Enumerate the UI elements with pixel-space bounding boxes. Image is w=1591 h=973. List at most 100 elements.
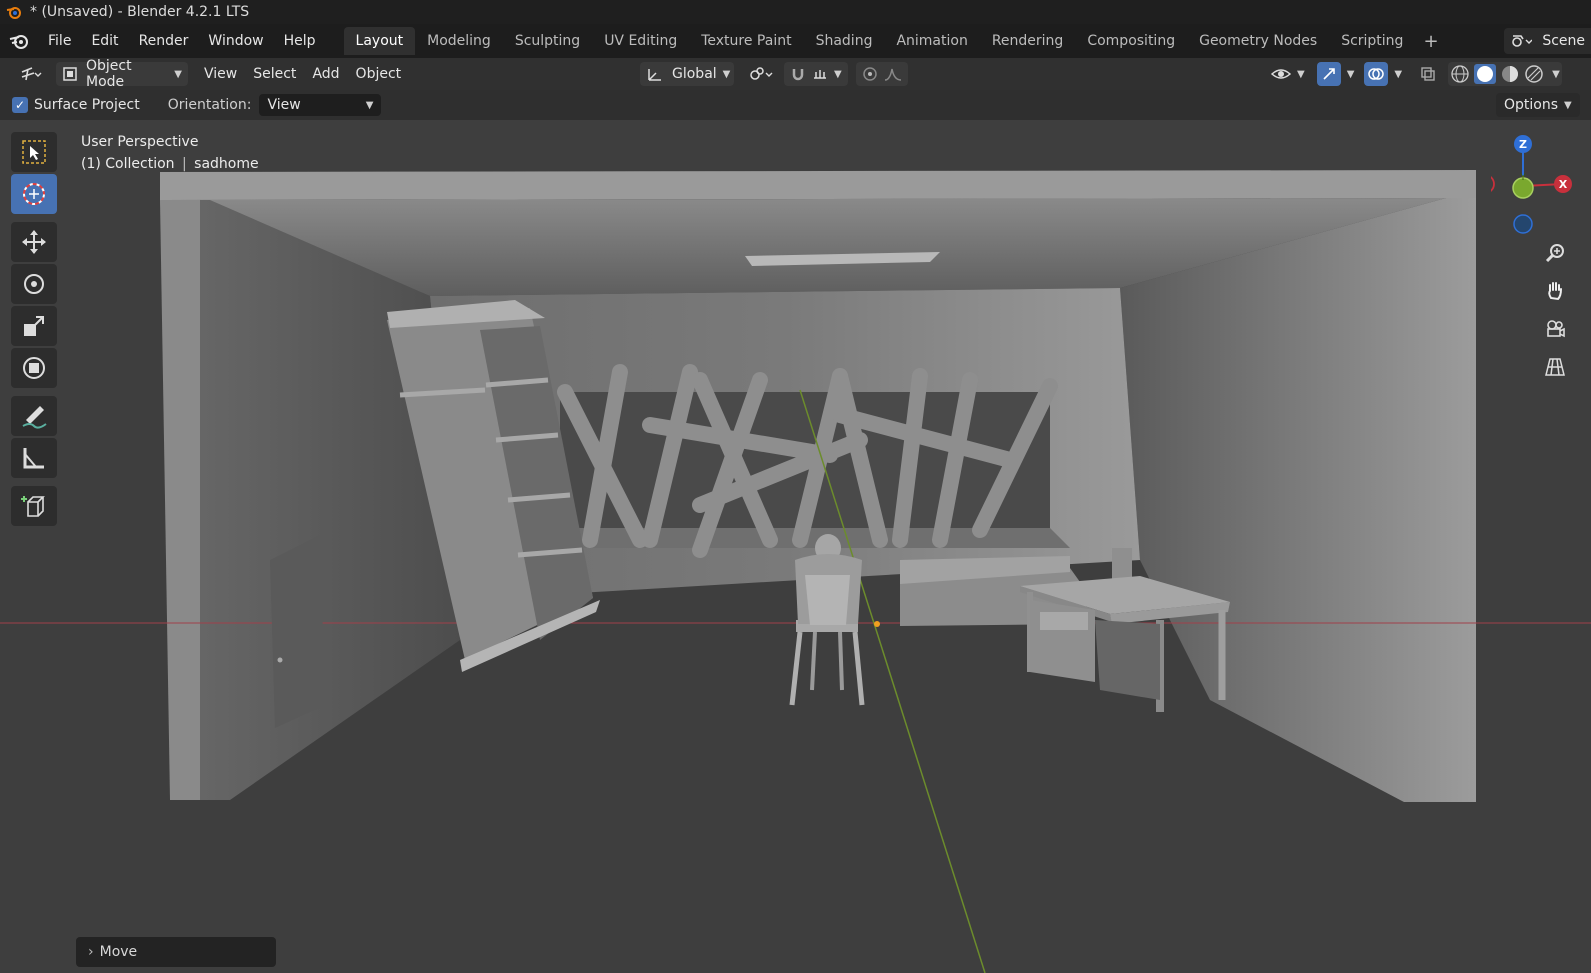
pan-button[interactable] — [1538, 274, 1572, 308]
add-cube-tool[interactable] — [11, 486, 57, 526]
snap-toggle[interactable]: ▼ — [784, 62, 848, 86]
visibility-dropdown[interactable]: ▼ — [1265, 62, 1311, 86]
workspace-tabs: Layout Modeling Sculpting UV Editing Tex… — [343, 24, 1447, 58]
move-tool[interactable] — [11, 222, 57, 262]
last-operator-panel[interactable]: › Move — [76, 937, 276, 967]
viewport-nav-buttons — [1538, 236, 1574, 388]
menu-help[interactable]: Help — [274, 28, 326, 54]
rotate-tool[interactable] — [11, 264, 57, 304]
move-arrows-icon — [20, 228, 48, 256]
pivot-point-button[interactable] — [742, 62, 780, 86]
material-shading-icon[interactable] — [1500, 64, 1520, 84]
solid-shading-icon[interactable] — [1474, 64, 1497, 84]
mode-dropdown[interactable]: Object Mode ▼ — [56, 58, 188, 90]
scale-tool[interactable] — [11, 306, 57, 346]
axis-neg-z-icon[interactable] — [1513, 214, 1533, 234]
tab-animation[interactable]: Animation — [884, 27, 979, 55]
tab-uv-editing[interactable]: UV Editing — [592, 27, 689, 55]
axis-x-label: X — [1559, 178, 1568, 191]
scene-icon — [1510, 33, 1533, 49]
menu-render[interactable]: Render — [129, 28, 199, 54]
snap-target-icon — [812, 66, 828, 82]
transform-tool[interactable] — [11, 348, 57, 388]
shading-mode-group: ▼ — [1448, 62, 1562, 86]
cursor-icon — [19, 179, 49, 209]
window-title: * (Unsaved) - Blender 4.2.1 LTS — [30, 4, 250, 20]
tab-compositing[interactable]: Compositing — [1075, 27, 1187, 55]
axis-y-label: Y — [1519, 173, 1526, 183]
proportional-icon — [862, 66, 878, 82]
tab-texture-paint[interactable]: Texture Paint — [689, 27, 803, 55]
tab-sculpting[interactable]: Sculpting — [503, 27, 592, 55]
annotate-tool[interactable] — [11, 396, 57, 436]
menu-file[interactable]: File — [38, 28, 81, 54]
menu-window[interactable]: Window — [198, 28, 273, 54]
perspective-label: User Perspective — [81, 134, 199, 150]
scene-name: Scene — [1542, 33, 1585, 49]
wireframe-shading-icon[interactable] — [1450, 64, 1470, 84]
tab-layout[interactable]: Layout — [343, 27, 416, 55]
chevron-down-icon: ▼ — [1297, 68, 1305, 80]
editor-type-button[interactable] — [14, 62, 48, 86]
camera-view-button[interactable] — [1538, 312, 1572, 346]
scale-icon — [20, 312, 48, 340]
axis-neg-x-icon[interactable] — [1475, 174, 1495, 194]
shading-dropdown-chevron-icon[interactable]: ▼ — [1552, 69, 1560, 80]
orientation-icon — [646, 66, 664, 82]
projection-toggle-button[interactable] — [1538, 350, 1572, 384]
editor-type-icon — [20, 66, 42, 82]
tab-rendering[interactable]: Rendering — [980, 27, 1076, 55]
options-dropdown[interactable]: Options ▼ — [1496, 93, 1580, 117]
cursor-tool[interactable] — [11, 174, 57, 214]
title-bar: * (Unsaved) - Blender 4.2.1 LTS — [0, 0, 1591, 24]
surface-project-label: Surface Project — [34, 97, 140, 113]
tool-settings-bar: ✓ Surface Project Orientation: View ▼ — [0, 90, 1591, 120]
grid-perspective-icon — [1544, 356, 1566, 378]
pivot-icon — [748, 66, 774, 82]
gizmo-dropdown-chevron-icon[interactable]: ▼ — [1347, 69, 1355, 80]
overlays-dropdown-chevron-icon[interactable]: ▼ — [1394, 69, 1402, 80]
orientation-dropdown[interactable]: View ▼ — [259, 94, 382, 116]
tab-shading[interactable]: Shading — [804, 27, 885, 55]
menu-edit[interactable]: Edit — [81, 28, 128, 54]
menu-view[interactable]: View — [196, 66, 245, 82]
rendered-shading-icon[interactable] — [1524, 64, 1544, 84]
rotate-icon — [20, 270, 48, 298]
magnet-icon — [790, 66, 806, 82]
gizmo-toggle[interactable] — [1316, 62, 1341, 86]
scene-selector[interactable]: Scene — [1504, 28, 1591, 54]
overlays-icon — [1368, 66, 1385, 82]
menu-select[interactable]: Select — [245, 66, 304, 82]
orientation-value: Global — [672, 66, 717, 82]
eye-icon — [1271, 66, 1291, 82]
tab-modeling[interactable]: Modeling — [415, 27, 503, 55]
menu-object[interactable]: Object — [348, 66, 410, 82]
surface-project-checkbox[interactable]: ✓ — [12, 97, 28, 113]
overlays-toggle[interactable] — [1364, 62, 1389, 86]
blender-logo-icon — [6, 4, 22, 20]
transform-orientation-dropdown[interactable]: Global ▼ — [640, 62, 734, 86]
zoom-button[interactable] — [1538, 236, 1572, 270]
top-bar: File Edit Render Window Help Layout Mode… — [0, 24, 1591, 58]
camera-icon — [1544, 318, 1566, 340]
navigation-gizmo[interactable]: Z X Y — [1475, 128, 1591, 238]
hand-icon — [1544, 280, 1566, 302]
proportional-editing-toggle[interactable] — [855, 62, 908, 86]
chevron-down-icon: ▼ — [1564, 99, 1572, 111]
pencil-icon — [20, 402, 48, 430]
object-mode-icon — [62, 66, 78, 82]
chevron-right-icon: › — [88, 944, 94, 960]
collection-label: (1) Collection — [81, 156, 175, 172]
xray-toggle[interactable] — [1416, 62, 1440, 86]
menu-add[interactable]: Add — [304, 66, 347, 82]
blender-menu-icon[interactable] — [0, 32, 38, 50]
chevron-down-icon: ▼ — [174, 68, 182, 80]
measure-tool[interactable] — [11, 438, 57, 478]
select-box-tool[interactable] — [11, 132, 57, 172]
add-workspace-button[interactable]: + — [1415, 31, 1446, 52]
tab-scripting[interactable]: Scripting — [1329, 27, 1415, 55]
separator: | — [181, 156, 187, 172]
viewport-info: User Perspective (1) Collection | sadhom… — [81, 131, 259, 175]
3d-viewport[interactable] — [0, 120, 1591, 973]
tab-geometry-nodes[interactable]: Geometry Nodes — [1187, 27, 1329, 55]
